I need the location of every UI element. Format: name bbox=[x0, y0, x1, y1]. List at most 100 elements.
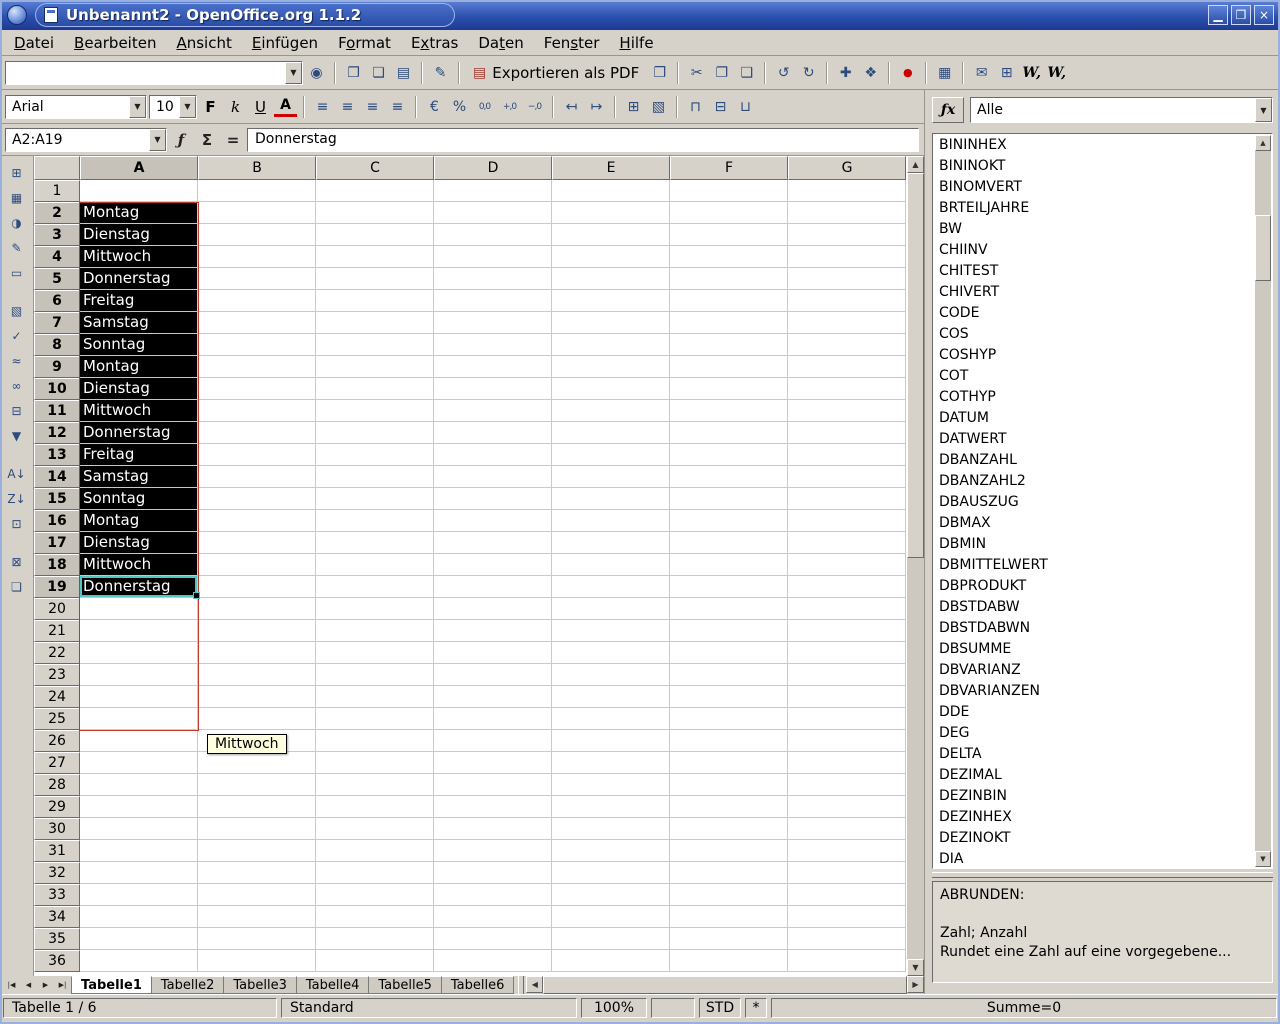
menu-hilfe[interactable]: Hilfe bbox=[609, 32, 663, 54]
cell-b7[interactable] bbox=[198, 312, 316, 334]
name-box[interactable]: A2:A19 ▼ bbox=[5, 128, 167, 152]
cell-f36[interactable] bbox=[670, 950, 788, 972]
menu-daten[interactable]: Daten bbox=[468, 32, 533, 54]
fill-handle[interactable] bbox=[193, 592, 200, 599]
cell-g32[interactable] bbox=[788, 862, 906, 884]
cell-d14[interactable] bbox=[434, 466, 552, 488]
cell-g29[interactable] bbox=[788, 796, 906, 818]
cell-b5[interactable] bbox=[198, 268, 316, 290]
increase-indent-icon[interactable]: ↦ bbox=[585, 95, 608, 119]
function-item[interactable]: DBMITTELWERT bbox=[934, 555, 1254, 576]
cell-c8[interactable] bbox=[316, 334, 434, 356]
cell-f35[interactable] bbox=[670, 928, 788, 950]
cell-c27[interactable] bbox=[316, 752, 434, 774]
row-header-4[interactable]: 4 bbox=[34, 246, 80, 268]
function-item[interactable]: DELTA bbox=[934, 744, 1254, 765]
cell-e9[interactable] bbox=[552, 356, 670, 378]
cell-g9[interactable] bbox=[788, 356, 906, 378]
cell-a7[interactable]: Samstag bbox=[80, 312, 198, 334]
scroll-left-icon[interactable]: ◀ bbox=[526, 976, 543, 993]
cell-d16[interactable] bbox=[434, 510, 552, 532]
cell-e36[interactable] bbox=[552, 950, 670, 972]
cell-f6[interactable] bbox=[670, 290, 788, 312]
draw-functions-icon[interactable]: ✎ bbox=[4, 236, 30, 259]
cell-g16[interactable] bbox=[788, 510, 906, 532]
row-header-22[interactable]: 22 bbox=[34, 642, 80, 664]
cell-e25[interactable] bbox=[552, 708, 670, 730]
cell-e18[interactable] bbox=[552, 554, 670, 576]
cell-a21[interactable] bbox=[80, 620, 198, 642]
cell-a8[interactable]: Sonntag bbox=[80, 334, 198, 356]
cell-f5[interactable] bbox=[670, 268, 788, 290]
next-sheet-icon[interactable]: ▶ bbox=[37, 976, 54, 994]
cell-c13[interactable] bbox=[316, 444, 434, 466]
cell-d4[interactable] bbox=[434, 246, 552, 268]
cell-a30[interactable] bbox=[80, 818, 198, 840]
cell-c14[interactable] bbox=[316, 466, 434, 488]
cell-b35[interactable] bbox=[198, 928, 316, 950]
cell-d29[interactable] bbox=[434, 796, 552, 818]
function-autopilot-button[interactable]: ƒx bbox=[932, 97, 964, 123]
gallery-icon[interactable]: ▦ bbox=[933, 61, 956, 85]
cell-a23[interactable] bbox=[80, 664, 198, 686]
cell-b4[interactable] bbox=[198, 246, 316, 268]
cell-c20[interactable] bbox=[316, 598, 434, 620]
function-item[interactable]: DEZINOKT bbox=[934, 828, 1254, 849]
cell-a14[interactable]: Samstag bbox=[80, 466, 198, 488]
function-list-scroll-thumb[interactable] bbox=[1255, 215, 1271, 281]
formula-input[interactable]: Donnerstag bbox=[247, 128, 919, 152]
datasources-icon[interactable]: ⊟ bbox=[4, 399, 30, 422]
function-item[interactable]: DATUM bbox=[934, 408, 1254, 429]
cell-a33[interactable] bbox=[80, 884, 198, 906]
percent-format-icon[interactable]: % bbox=[448, 95, 471, 119]
cell-f34[interactable] bbox=[670, 906, 788, 928]
cell-b10[interactable] bbox=[198, 378, 316, 400]
cell-a10[interactable]: Dienstag bbox=[80, 378, 198, 400]
maximize-button[interactable]: ❒ bbox=[1231, 5, 1251, 25]
combo-dropdown-icon[interactable]: ▼ bbox=[285, 62, 302, 84]
cell-a26[interactable] bbox=[80, 730, 198, 752]
cell-b28[interactable] bbox=[198, 774, 316, 796]
cell-e2[interactable] bbox=[552, 202, 670, 224]
function-item[interactable]: DBAUSZUG bbox=[934, 492, 1254, 513]
cell-f24[interactable] bbox=[670, 686, 788, 708]
cell-a13[interactable]: Freitag bbox=[80, 444, 198, 466]
cell-e30[interactable] bbox=[552, 818, 670, 840]
row-header-20[interactable]: 20 bbox=[34, 598, 80, 620]
cell-g14[interactable] bbox=[788, 466, 906, 488]
function-item[interactable]: CODE bbox=[934, 303, 1254, 324]
cell-e11[interactable] bbox=[552, 400, 670, 422]
cell-a29[interactable] bbox=[80, 796, 198, 818]
tab-tabelle2[interactable]: Tabelle2 bbox=[151, 976, 225, 994]
cell-e31[interactable] bbox=[552, 840, 670, 862]
cell-f16[interactable] bbox=[670, 510, 788, 532]
datasources-icon[interactable]: ⊞ bbox=[995, 61, 1018, 85]
row-header-27[interactable]: 27 bbox=[34, 752, 80, 774]
horizontal-scroll-thumb[interactable] bbox=[543, 976, 907, 994]
cell-d1[interactable] bbox=[434, 180, 552, 202]
cell-g26[interactable] bbox=[788, 730, 906, 752]
cell-d22[interactable] bbox=[434, 642, 552, 664]
cell-d28[interactable] bbox=[434, 774, 552, 796]
cell-a5[interactable]: Donnerstag bbox=[80, 268, 198, 290]
tab-tabelle5[interactable]: Tabelle5 bbox=[368, 976, 442, 994]
cell-a9[interactable]: Montag bbox=[80, 356, 198, 378]
cell-e5[interactable] bbox=[552, 268, 670, 290]
cell-b17[interactable] bbox=[198, 532, 316, 554]
cell-b34[interactable] bbox=[198, 906, 316, 928]
cell-g17[interactable] bbox=[788, 532, 906, 554]
url-combo[interactable]: ▼ bbox=[5, 61, 303, 85]
export-pdf-button[interactable]: ▤Exportieren als PDF bbox=[466, 60, 646, 86]
cell-g23[interactable] bbox=[788, 664, 906, 686]
add-decimal-icon[interactable]: +,0 bbox=[498, 95, 521, 119]
row-header-16[interactable]: 16 bbox=[34, 510, 80, 532]
function-item[interactable]: DEZINBIN bbox=[934, 786, 1254, 807]
cell-e34[interactable] bbox=[552, 906, 670, 928]
print-icon[interactable]: ❒ bbox=[648, 61, 671, 85]
scroll-down-icon[interactable]: ▼ bbox=[1255, 851, 1271, 867]
function-autopilot-icon[interactable]: ƒ bbox=[169, 128, 193, 152]
cell-c17[interactable] bbox=[316, 532, 434, 554]
cell-c35[interactable] bbox=[316, 928, 434, 950]
row-header-13[interactable]: 13 bbox=[34, 444, 80, 466]
function-item[interactable]: DEG bbox=[934, 723, 1254, 744]
